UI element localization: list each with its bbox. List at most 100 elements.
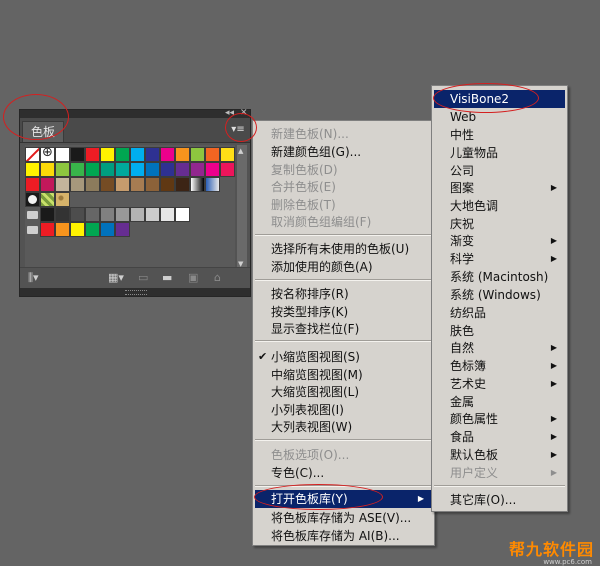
menu-item[interactable]: 删除色板(T): [255, 196, 432, 214]
color-swatch[interactable]: [220, 147, 235, 162]
menu-item[interactable]: 合并色板(E): [255, 178, 432, 196]
color-swatch[interactable]: [40, 177, 55, 192]
color-swatch[interactable]: [160, 207, 175, 222]
color-swatch[interactable]: [115, 162, 130, 177]
menu-item[interactable]: 将色板库存储为 AI(B)...: [255, 527, 432, 545]
color-swatch[interactable]: [115, 207, 130, 222]
color-swatch[interactable]: [115, 177, 130, 192]
library-menu-item[interactable]: 其它库(O)...: [434, 491, 565, 509]
menu-item[interactable]: 新建色板(N)...: [255, 125, 432, 143]
none-swatch-icon[interactable]: [25, 147, 40, 162]
color-swatch[interactable]: [40, 162, 55, 177]
library-menu-item[interactable]: Web: [434, 108, 565, 126]
library-menu-item[interactable]: 纺织品: [434, 304, 565, 322]
color-swatch[interactable]: [100, 207, 115, 222]
color-swatch[interactable]: [175, 147, 190, 162]
new-swatch-icon[interactable]: ▣: [188, 271, 198, 285]
color-swatch[interactable]: [85, 177, 100, 192]
library-menu-item[interactable]: 科学 ▶: [434, 250, 565, 268]
menu-item[interactable]: 取消颜色组编组(F): [255, 213, 432, 231]
color-swatch[interactable]: [220, 162, 235, 177]
menu-item[interactable]: 添加使用的颜色(A): [255, 258, 432, 276]
pattern-swatch[interactable]: [55, 192, 70, 207]
new-group-icon[interactable]: ▬: [162, 271, 172, 285]
library-menu-item[interactable]: 用户定义 ▶: [434, 464, 565, 482]
color-swatch[interactable]: [100, 162, 115, 177]
color-swatch[interactable]: [55, 147, 70, 162]
color-group-folder-icon[interactable]: [25, 222, 40, 237]
color-swatch[interactable]: [130, 147, 145, 162]
gradient-swatch[interactable]: [190, 177, 205, 192]
resize-grip-icon[interactable]: [125, 290, 147, 295]
color-swatch[interactable]: [25, 177, 40, 192]
color-swatch[interactable]: [175, 207, 190, 222]
library-menu-item[interactable]: 色标簿 ▶: [434, 357, 565, 375]
library-icon[interactable]: ⫼▾: [28, 271, 39, 285]
color-swatch[interactable]: [115, 222, 130, 237]
menu-item[interactable]: 复制色板(D): [255, 161, 432, 179]
scroll-up-icon[interactable]: ▲: [238, 147, 243, 155]
swatch-options-icon[interactable]: ▭: [138, 271, 148, 285]
menu-item[interactable]: 按名称排序(R): [255, 285, 432, 303]
swatch-scrollbar[interactable]: ▲ ▼: [237, 145, 247, 270]
menu-item[interactable]: 显示查找栏位(F): [255, 320, 432, 338]
color-swatch[interactable]: [85, 207, 100, 222]
menu-item[interactable]: ✔ 小缩览图视图(S): [255, 348, 432, 366]
color-swatch[interactable]: [130, 207, 145, 222]
color-swatch[interactable]: [40, 207, 55, 222]
color-swatch[interactable]: [55, 162, 70, 177]
color-swatch[interactable]: [145, 147, 160, 162]
library-menu-item[interactable]: 庆祝: [434, 215, 565, 233]
library-menu-item[interactable]: 颜色属性 ▶: [434, 410, 565, 428]
menu-item[interactable]: 选择所有未使用的色板(U): [255, 240, 432, 258]
color-swatch[interactable]: [100, 147, 115, 162]
color-swatch[interactable]: [205, 162, 220, 177]
color-swatch[interactable]: [205, 147, 220, 162]
color-swatch[interactable]: [25, 162, 40, 177]
menu-item[interactable]: 色板选项(O)...: [255, 446, 432, 464]
close-icon[interactable]: ✕: [240, 108, 248, 118]
color-swatch[interactable]: [160, 162, 175, 177]
menu-item[interactable]: 小列表视图(I): [255, 401, 432, 419]
color-swatch[interactable]: [145, 177, 160, 192]
menu-item[interactable]: 大列表视图(W): [255, 418, 432, 436]
collapse-icon[interactable]: ◂◂: [225, 108, 234, 118]
menu-item[interactable]: 打开色板库(Y) ▶: [255, 490, 432, 508]
color-swatch[interactable]: [130, 177, 145, 192]
color-swatch[interactable]: [160, 177, 175, 192]
menu-item[interactable]: 大缩览图视图(L): [255, 383, 432, 401]
library-menu-item[interactable]: 中性: [434, 126, 565, 144]
color-swatch[interactable]: [100, 222, 115, 237]
library-menu-item[interactable]: 肤色: [434, 322, 565, 340]
library-menu-item[interactable]: 公司: [434, 162, 565, 180]
color-swatch[interactable]: [40, 222, 55, 237]
color-swatch[interactable]: [55, 222, 70, 237]
color-swatch[interactable]: [175, 162, 190, 177]
library-menu-item[interactable]: 金属: [434, 393, 565, 411]
library-menu-item[interactable]: 图案 ▶: [434, 179, 565, 197]
pattern-swatch[interactable]: [40, 192, 55, 207]
library-menu-item[interactable]: 儿童物品: [434, 144, 565, 162]
color-swatch[interactable]: [130, 162, 145, 177]
radial-gradient-swatch[interactable]: [25, 192, 40, 207]
color-group-folder-icon[interactable]: [25, 207, 40, 222]
color-swatch[interactable]: [145, 162, 160, 177]
panel-resize-bar[interactable]: [20, 288, 250, 296]
color-swatch[interactable]: [100, 177, 115, 192]
tab-swatches[interactable]: 色板: [22, 121, 65, 142]
color-swatch[interactable]: [190, 162, 205, 177]
library-menu-item[interactable]: 艺术史 ▶: [434, 375, 565, 393]
menu-item[interactable]: 按类型排序(K): [255, 303, 432, 321]
panel-menu-icon[interactable]: ▾≡: [230, 122, 246, 138]
color-swatch[interactable]: [145, 207, 160, 222]
library-menu-item[interactable]: 默认色板 ▶: [434, 446, 565, 464]
delete-icon[interactable]: ⌂: [214, 271, 221, 285]
color-swatch[interactable]: [55, 207, 70, 222]
color-swatch[interactable]: [55, 177, 70, 192]
library-menu-item[interactable]: 食品 ▶: [434, 428, 565, 446]
color-swatch[interactable]: [190, 147, 205, 162]
color-swatch[interactable]: [70, 207, 85, 222]
color-swatch[interactable]: [115, 147, 130, 162]
library-menu-item[interactable]: 大地色调: [434, 197, 565, 215]
menu-item[interactable]: 专色(C)...: [255, 464, 432, 482]
